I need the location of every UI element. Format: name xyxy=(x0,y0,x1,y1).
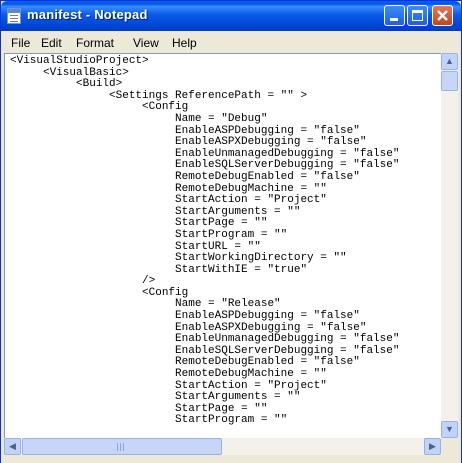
close-icon xyxy=(437,10,448,21)
text-editor[interactable]: <VisualStudioProject> <VisualBasic> <Bui… xyxy=(4,53,441,438)
minimize-icon xyxy=(390,18,398,21)
chevron-up-icon: ▲ xyxy=(445,56,454,66)
notepad-window: manifest - Notepad File Edit Format View… xyxy=(0,0,462,463)
scroll-down-button[interactable]: ▼ xyxy=(441,421,458,438)
window-bottom-edge xyxy=(1,455,461,463)
chevron-down-icon: ▼ xyxy=(445,424,454,434)
minimize-button[interactable] xyxy=(384,5,405,26)
title-bar[interactable]: manifest - Notepad xyxy=(1,1,461,31)
menu-edit[interactable]: Edit xyxy=(41,36,62,50)
editor-content[interactable]: <VisualStudioProject> <VisualBasic> <Bui… xyxy=(5,54,441,427)
maximize-icon xyxy=(412,10,423,21)
notepad-icon[interactable] xyxy=(7,8,21,24)
close-button[interactable] xyxy=(432,5,453,26)
window-title: manifest - Notepad xyxy=(27,7,148,22)
chevron-right-icon: ▶ xyxy=(429,441,436,451)
maximize-button[interactable] xyxy=(407,5,428,26)
vertical-scroll-thumb[interactable] xyxy=(441,71,458,91)
scrollbar-corner xyxy=(441,438,458,455)
horizontal-scroll-thumb[interactable] xyxy=(22,438,222,455)
menu-file[interactable]: File xyxy=(11,36,30,50)
chevron-left-icon: ◀ xyxy=(9,441,16,451)
scroll-right-button[interactable]: ▶ xyxy=(424,438,441,455)
menu-format[interactable]: Format xyxy=(76,36,114,50)
menu-help[interactable]: Help xyxy=(172,36,197,50)
horizontal-scrollbar[interactable]: ◀ ▶ xyxy=(4,438,441,455)
scroll-left-button[interactable]: ◀ xyxy=(4,438,21,455)
menu-view[interactable]: View xyxy=(133,36,159,50)
menu-bar: File Edit Format View Help xyxy=(3,31,459,53)
vertical-scrollbar[interactable]: ▲ ▼ xyxy=(441,53,458,438)
scroll-up-button[interactable]: ▲ xyxy=(441,53,458,70)
